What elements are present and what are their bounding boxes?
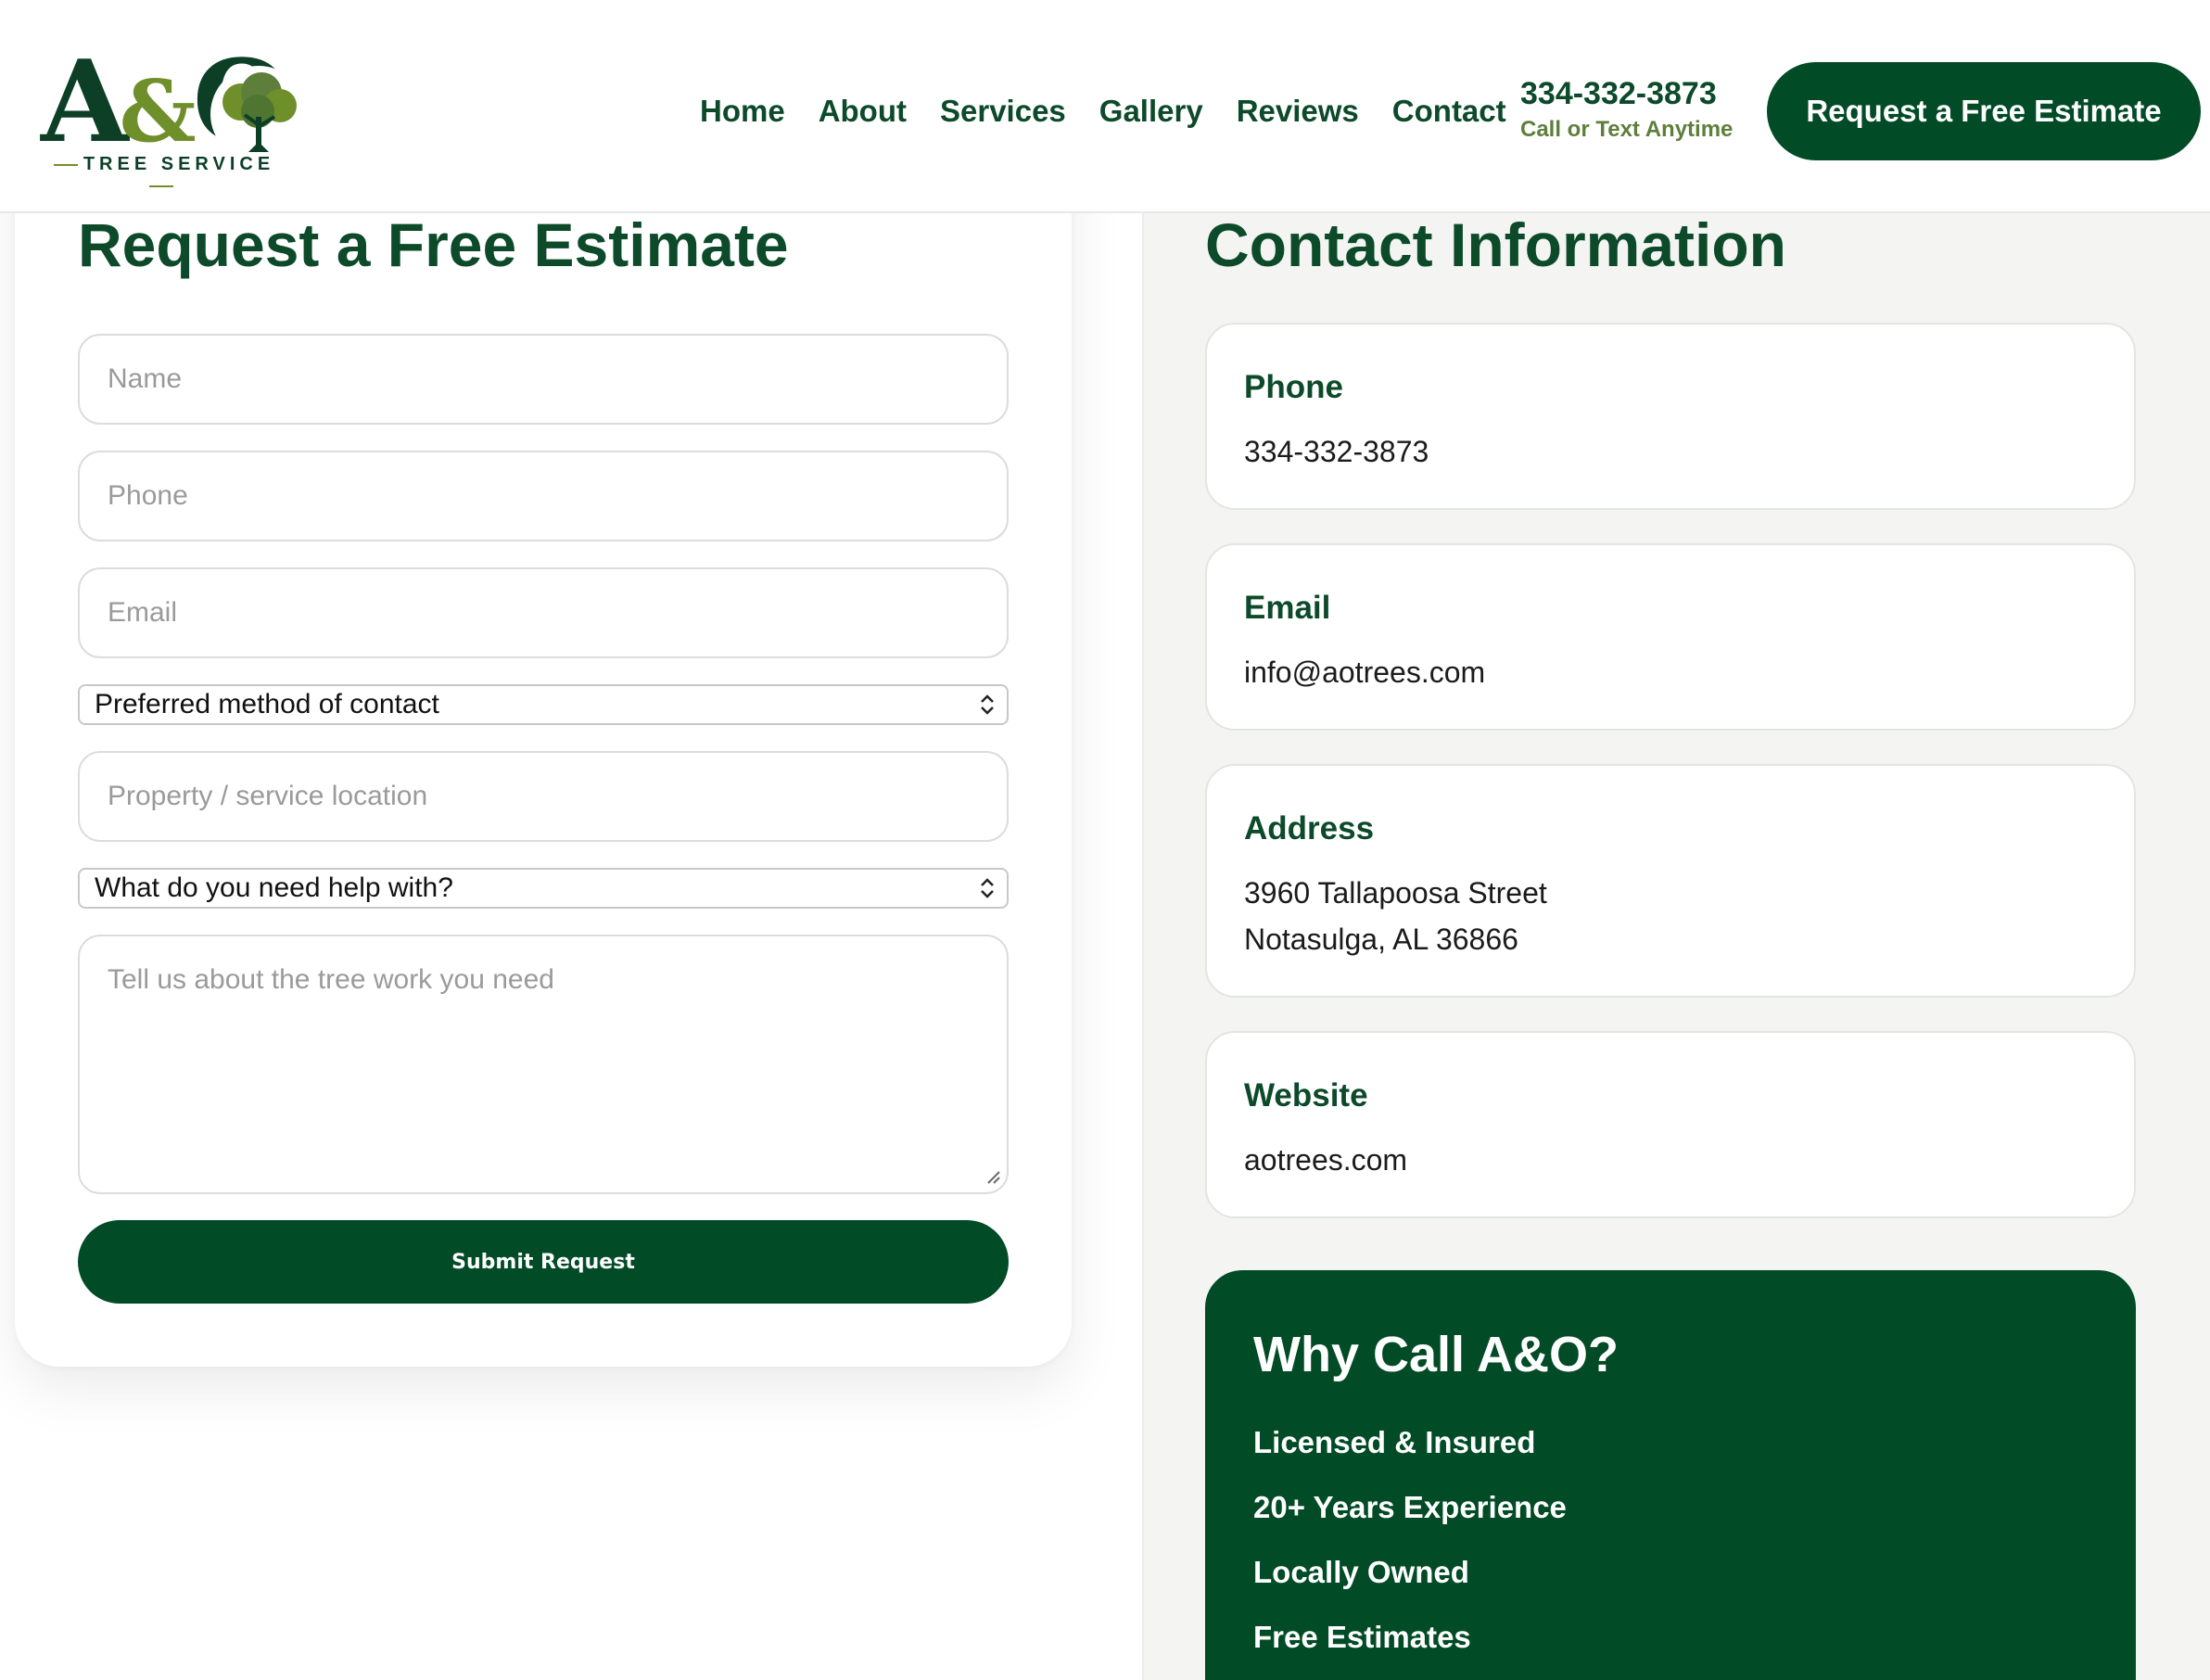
- chevron-updown-icon: [981, 694, 994, 715]
- header-phone[interactable]: 334-332-3873 Call or Text Anytime: [1520, 74, 1733, 143]
- form-title: Request a Free Estimate: [78, 210, 789, 279]
- email-card: Email info@aotrees.com: [1205, 543, 2136, 731]
- nav-services[interactable]: Services: [940, 89, 1066, 134]
- header-phone-subtext: Call or Text Anytime: [1520, 117, 1734, 142]
- logo-tagline: TREE SERVICE: [41, 154, 282, 197]
- header-phone-number[interactable]: 334-332-3873: [1520, 74, 1733, 113]
- message-textarea[interactable]: [78, 935, 1009, 1194]
- location-field[interactable]: [78, 751, 1009, 842]
- nav-about[interactable]: About: [819, 89, 907, 134]
- website-card: Website aotrees.com: [1205, 1031, 2136, 1218]
- why-call-title: Why Call A&O?: [1253, 1327, 1619, 1382]
- help-with-select[interactable]: What do you need help with?: [78, 868, 1009, 909]
- resize-grip-icon[interactable]: [984, 1168, 1001, 1185]
- website-card-value[interactable]: aotrees.com: [1244, 1137, 1407, 1183]
- email-field[interactable]: [78, 567, 1009, 658]
- address-card-line-2: Notasulga, AL 36866: [1244, 923, 1518, 956]
- contact-method-value: Preferred method of contact: [95, 689, 439, 719]
- chevron-updown-icon: [981, 878, 994, 898]
- phone-card: Phone 334-332-3873: [1205, 323, 2136, 510]
- tree-icon: [210, 66, 307, 162]
- email-card-value[interactable]: info@aotrees.com: [1244, 649, 1485, 695]
- phone-field[interactable]: [78, 451, 1009, 541]
- why-call-box: Why Call A&O? Licensed & Insured 20+ Yea…: [1205, 1270, 2136, 1680]
- why-item-free-estimates: Free Estimates: [1253, 1620, 1471, 1654]
- website-card-label: Website: [1244, 1077, 1368, 1114]
- request-estimate-button[interactable]: Request a Free Estimate: [1767, 62, 2201, 160]
- address-card: Address 3960 Tallapoosa Street Notasulga…: [1205, 764, 2136, 998]
- nav-home[interactable]: Home: [700, 89, 785, 134]
- name-field[interactable]: [78, 334, 1009, 425]
- contact-method-select[interactable]: Preferred method of contact: [78, 684, 1009, 725]
- address-card-line-1: 3960 Tallapoosa Street: [1244, 876, 1547, 910]
- nav-gallery[interactable]: Gallery: [1099, 89, 1203, 134]
- address-card-label: Address: [1244, 810, 1375, 846]
- main-nav: Home About Services Gallery Reviews Cont…: [700, 89, 1540, 134]
- logo-letter-a: A: [41, 34, 129, 168]
- logo-ampersand: &: [119, 61, 197, 161]
- nav-reviews[interactable]: Reviews: [1237, 89, 1359, 134]
- contact-info-title: Contact Information: [1205, 210, 1786, 279]
- phone-card-value[interactable]: 334-332-3873: [1244, 428, 1429, 475]
- submit-request-button[interactable]: Submit Request: [78, 1220, 1009, 1304]
- logo[interactable]: A&O TREE SERVICE: [41, 45, 307, 184]
- why-item-locally-owned: Locally Owned: [1253, 1555, 1469, 1589]
- phone-card-label: Phone: [1244, 369, 1343, 405]
- help-with-value: What do you need help with?: [95, 872, 453, 903]
- email-card-label: Email: [1244, 590, 1331, 626]
- nav-contact[interactable]: Contact: [1392, 89, 1506, 134]
- why-item-licensed: Licensed & Insured: [1253, 1425, 1536, 1459]
- site-header: A&O TREE SERVICE Home About Services Gal…: [0, 0, 2210, 213]
- why-item-experience: 20+ Years Experience: [1253, 1490, 1567, 1524]
